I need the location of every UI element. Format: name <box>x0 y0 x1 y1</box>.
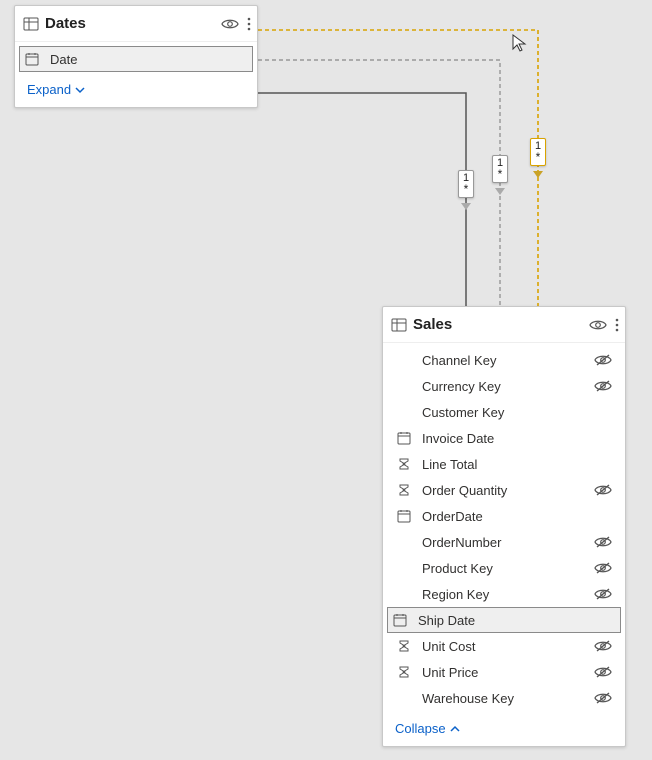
sales-field-row[interactable]: Ship Date <box>387 607 621 633</box>
filter-direction-icon <box>532 168 544 183</box>
dates-field-row[interactable]: Date <box>19 46 253 72</box>
visibility-icon[interactable] <box>221 17 239 31</box>
sigma-icon <box>396 457 412 471</box>
field-label: Currency Key <box>422 379 584 394</box>
sales-field-row[interactable]: Customer Key <box>387 399 621 425</box>
hidden-icon[interactable] <box>594 665 612 679</box>
sales-field-row[interactable]: Product Key <box>387 555 621 581</box>
dates-fields-list: Date <box>15 42 257 74</box>
hidden-icon[interactable] <box>594 587 612 601</box>
sales-card-header[interactable]: Sales <box>383 307 625 343</box>
calendar-icon <box>392 613 408 627</box>
collapse-label: Collapse <box>395 721 446 736</box>
filter-direction-icon <box>460 200 472 215</box>
table-icon <box>391 317 407 333</box>
field-label: Warehouse Key <box>422 691 584 706</box>
more-options-icon[interactable] <box>247 17 251 31</box>
collapse-link[interactable]: Collapse <box>383 713 625 746</box>
filter-direction-icon <box>494 185 506 200</box>
calendar-icon <box>24 52 40 66</box>
sigma-icon <box>396 639 412 653</box>
sales-field-row[interactable]: Warehouse Key <box>387 685 621 711</box>
many-side: * <box>493 168 507 180</box>
relationship-cardinality-badge[interactable]: 1 * <box>492 155 508 183</box>
sigma-icon <box>396 483 412 497</box>
field-label: Order Quantity <box>422 483 584 498</box>
expand-link[interactable]: Expand <box>15 74 257 107</box>
field-label: Invoice Date <box>422 431 584 446</box>
visibility-icon[interactable] <box>589 318 607 332</box>
mouse-cursor <box>512 34 528 54</box>
sales-table-card[interactable]: Sales Channel Key Currency Key Customer Ke… <box>382 306 626 747</box>
sales-field-row[interactable]: Order Quantity <box>387 477 621 503</box>
sales-field-row[interactable]: Currency Key <box>387 373 621 399</box>
field-label: OrderNumber <box>422 535 584 550</box>
sales-card-title: Sales <box>413 316 589 333</box>
field-label: Product Key <box>422 561 584 576</box>
chevron-up-icon <box>450 724 460 734</box>
field-label: Ship Date <box>418 613 584 628</box>
sales-field-row[interactable]: Channel Key <box>387 347 621 373</box>
field-label: Customer Key <box>422 405 584 420</box>
calendar-icon <box>396 509 412 523</box>
sales-field-row[interactable]: Invoice Date <box>387 425 621 451</box>
sales-field-row[interactable]: Unit Cost <box>387 633 621 659</box>
expand-label: Expand <box>27 82 71 97</box>
field-label: OrderDate <box>422 509 584 524</box>
sales-field-row[interactable]: Line Total <box>387 451 621 477</box>
many-side: * <box>531 151 545 163</box>
relationship-cardinality-badge[interactable]: 1 * <box>530 138 546 166</box>
field-label: Region Key <box>422 587 584 602</box>
hidden-icon[interactable] <box>594 639 612 653</box>
hidden-icon[interactable] <box>594 483 612 497</box>
sales-fields-list: Channel Key Currency Key Customer Key Invoi… <box>383 343 625 713</box>
field-label: Unit Cost <box>422 639 584 654</box>
sigma-icon <box>396 665 412 679</box>
dates-card-title: Dates <box>45 15 221 32</box>
field-label: Line Total <box>422 457 584 472</box>
sales-field-row[interactable]: Unit Price <box>387 659 621 685</box>
model-canvas[interactable]: Dates Date Expand Sales Channel Key <box>0 0 652 760</box>
field-label: Unit Price <box>422 665 584 680</box>
hidden-icon[interactable] <box>594 561 612 575</box>
many-side: * <box>459 183 473 195</box>
relationship-cardinality-badge[interactable]: 1 * <box>458 170 474 198</box>
table-icon <box>23 16 39 32</box>
field-label: Channel Key <box>422 353 584 368</box>
hidden-icon[interactable] <box>594 353 612 367</box>
more-options-icon[interactable] <box>615 318 619 332</box>
sales-field-row[interactable]: Region Key <box>387 581 621 607</box>
hidden-icon[interactable] <box>594 535 612 549</box>
hidden-icon[interactable] <box>594 691 612 705</box>
hidden-icon[interactable] <box>594 379 612 393</box>
sales-field-row[interactable]: OrderNumber <box>387 529 621 555</box>
field-label: Date <box>50 52 216 67</box>
dates-table-card[interactable]: Dates Date Expand <box>14 5 258 108</box>
calendar-icon <box>396 431 412 445</box>
sales-field-row[interactable]: OrderDate <box>387 503 621 529</box>
dates-card-header[interactable]: Dates <box>15 6 257 42</box>
chevron-down-icon <box>75 85 85 95</box>
